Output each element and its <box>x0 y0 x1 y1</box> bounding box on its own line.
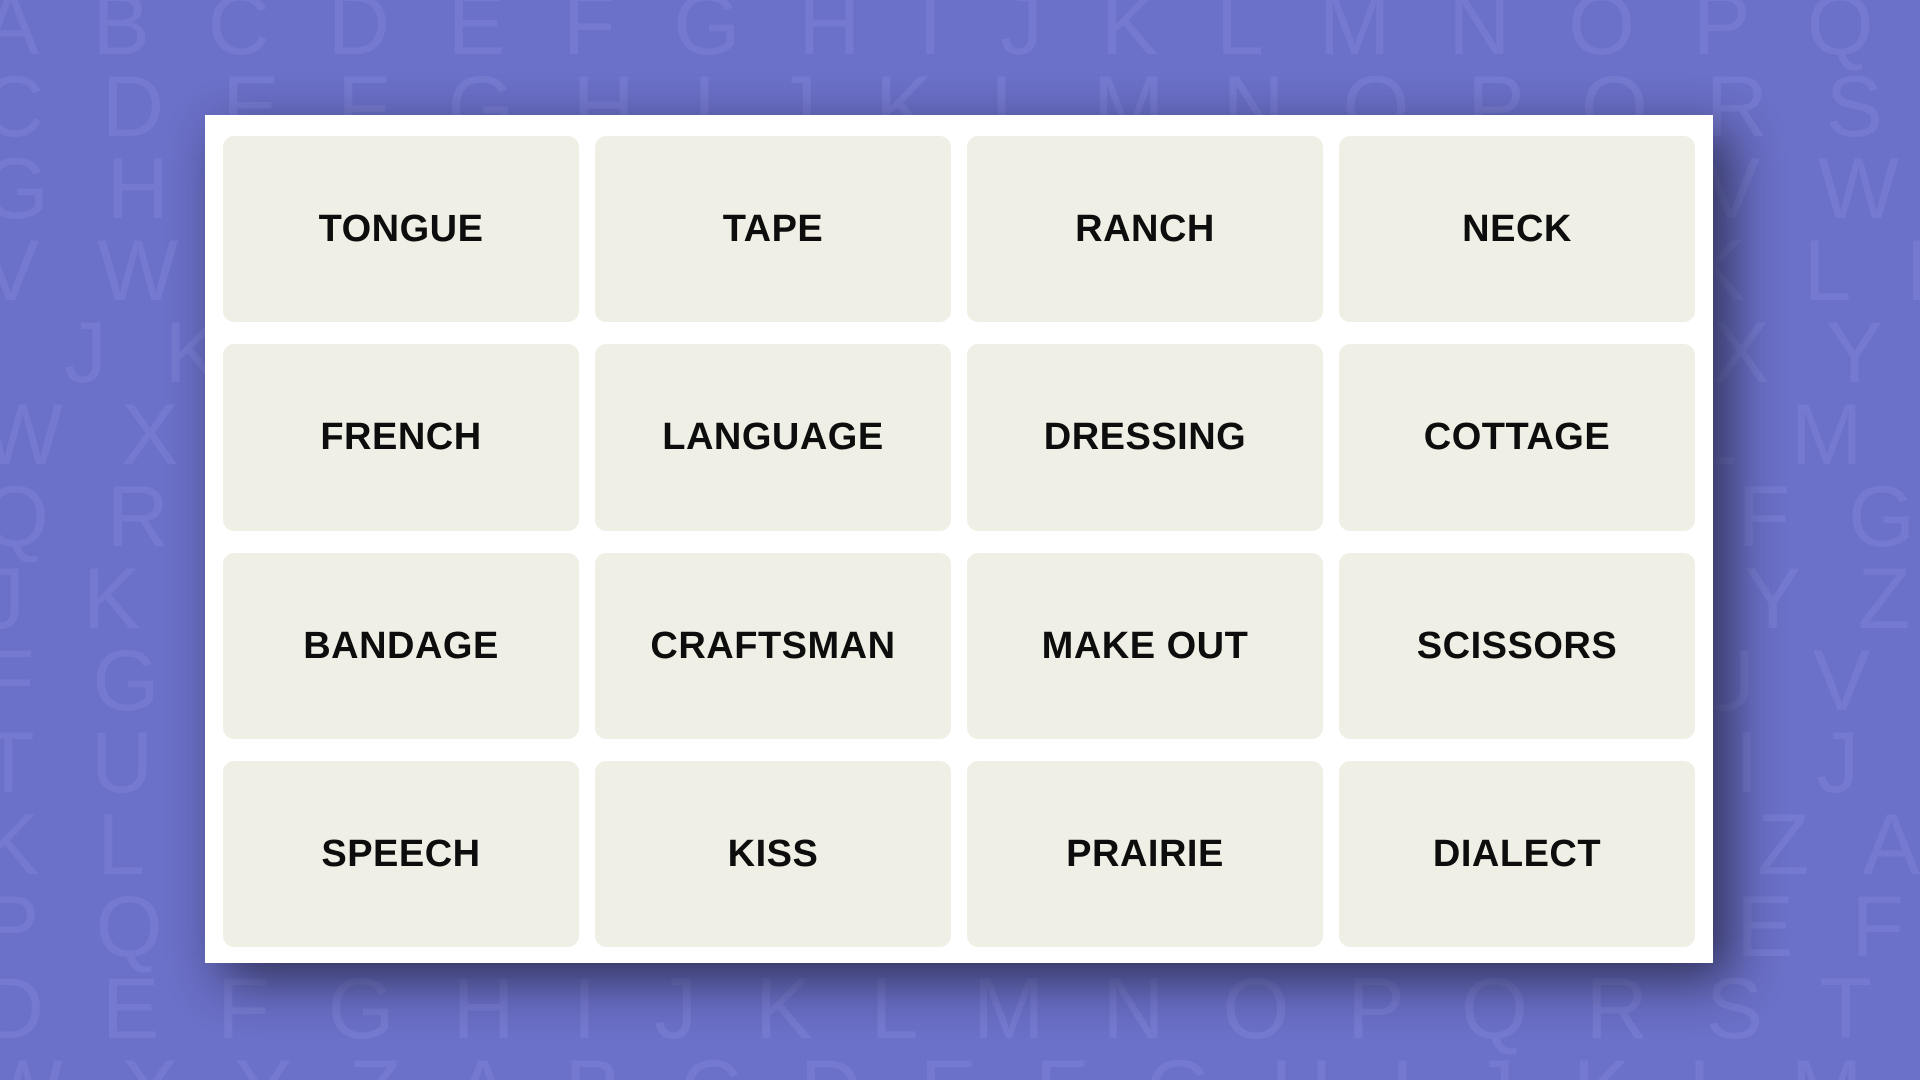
word-tile[interactable]: KISS <box>595 760 951 947</box>
word-tile-label: DRESSING <box>1043 416 1247 459</box>
word-tile-label: TONGUE <box>318 208 484 251</box>
word-tile[interactable]: TAPE <box>595 136 951 323</box>
word-tile-label: SPEECH <box>321 832 481 875</box>
word-tile-label: KISS <box>727 832 819 875</box>
word-tile[interactable]: COTTAGE <box>1339 344 1695 531</box>
word-tile-label: MAKE OUT <box>1041 624 1249 667</box>
word-tile[interactable]: DIALECT <box>1339 760 1695 947</box>
word-tile[interactable]: BANDAGE <box>223 552 579 739</box>
connections-board-card: TONGUE TAPE RANCH NECK FRENCH LANGUAGE DRESSIN… <box>205 115 1713 963</box>
background-letter-row: W X Y Z A B C D E F G H I J K L M N O P … <box>0 1048 1920 1080</box>
word-tile-label: RANCH <box>1075 208 1215 251</box>
word-tile-label: CRAFTSMAN <box>650 624 896 667</box>
word-tile-label: COTTAGE <box>1423 416 1611 459</box>
word-tile-label: BANDAGE <box>303 624 499 667</box>
word-tile[interactable]: PRAIRIE <box>967 760 1323 947</box>
word-tile[interactable]: NECK <box>1339 136 1695 323</box>
word-tile-label: LANGUAGE <box>662 416 884 459</box>
background-letter-row: A B C D E F G H I J K L M N O P Q R S T … <box>0 0 1920 73</box>
word-tile[interactable]: TONGUE <box>223 136 579 323</box>
word-tile-grid: TONGUE TAPE RANCH NECK FRENCH LANGUAGE DRESSIN… <box>223 136 1695 947</box>
word-tile-label: DIALECT <box>1432 832 1602 875</box>
word-tile[interactable]: MAKE OUT <box>967 552 1323 739</box>
word-tile[interactable]: RANCH <box>967 136 1323 323</box>
word-tile[interactable]: FRENCH <box>223 344 579 531</box>
word-tile[interactable]: DRESSING <box>967 344 1323 531</box>
word-tile-label: PRAIRIE <box>1066 832 1224 875</box>
word-tile-label: FRENCH <box>320 416 482 459</box>
word-tile-label: TAPE <box>722 208 824 251</box>
word-tile[interactable]: LANGUAGE <box>595 344 951 531</box>
word-tile[interactable]: SPEECH <box>223 760 579 947</box>
word-tile-label: SCISSORS <box>1416 624 1618 667</box>
word-tile[interactable]: CRAFTSMAN <box>595 552 951 739</box>
word-tile-label: NECK <box>1462 208 1572 251</box>
word-tile[interactable]: SCISSORS <box>1339 552 1695 739</box>
